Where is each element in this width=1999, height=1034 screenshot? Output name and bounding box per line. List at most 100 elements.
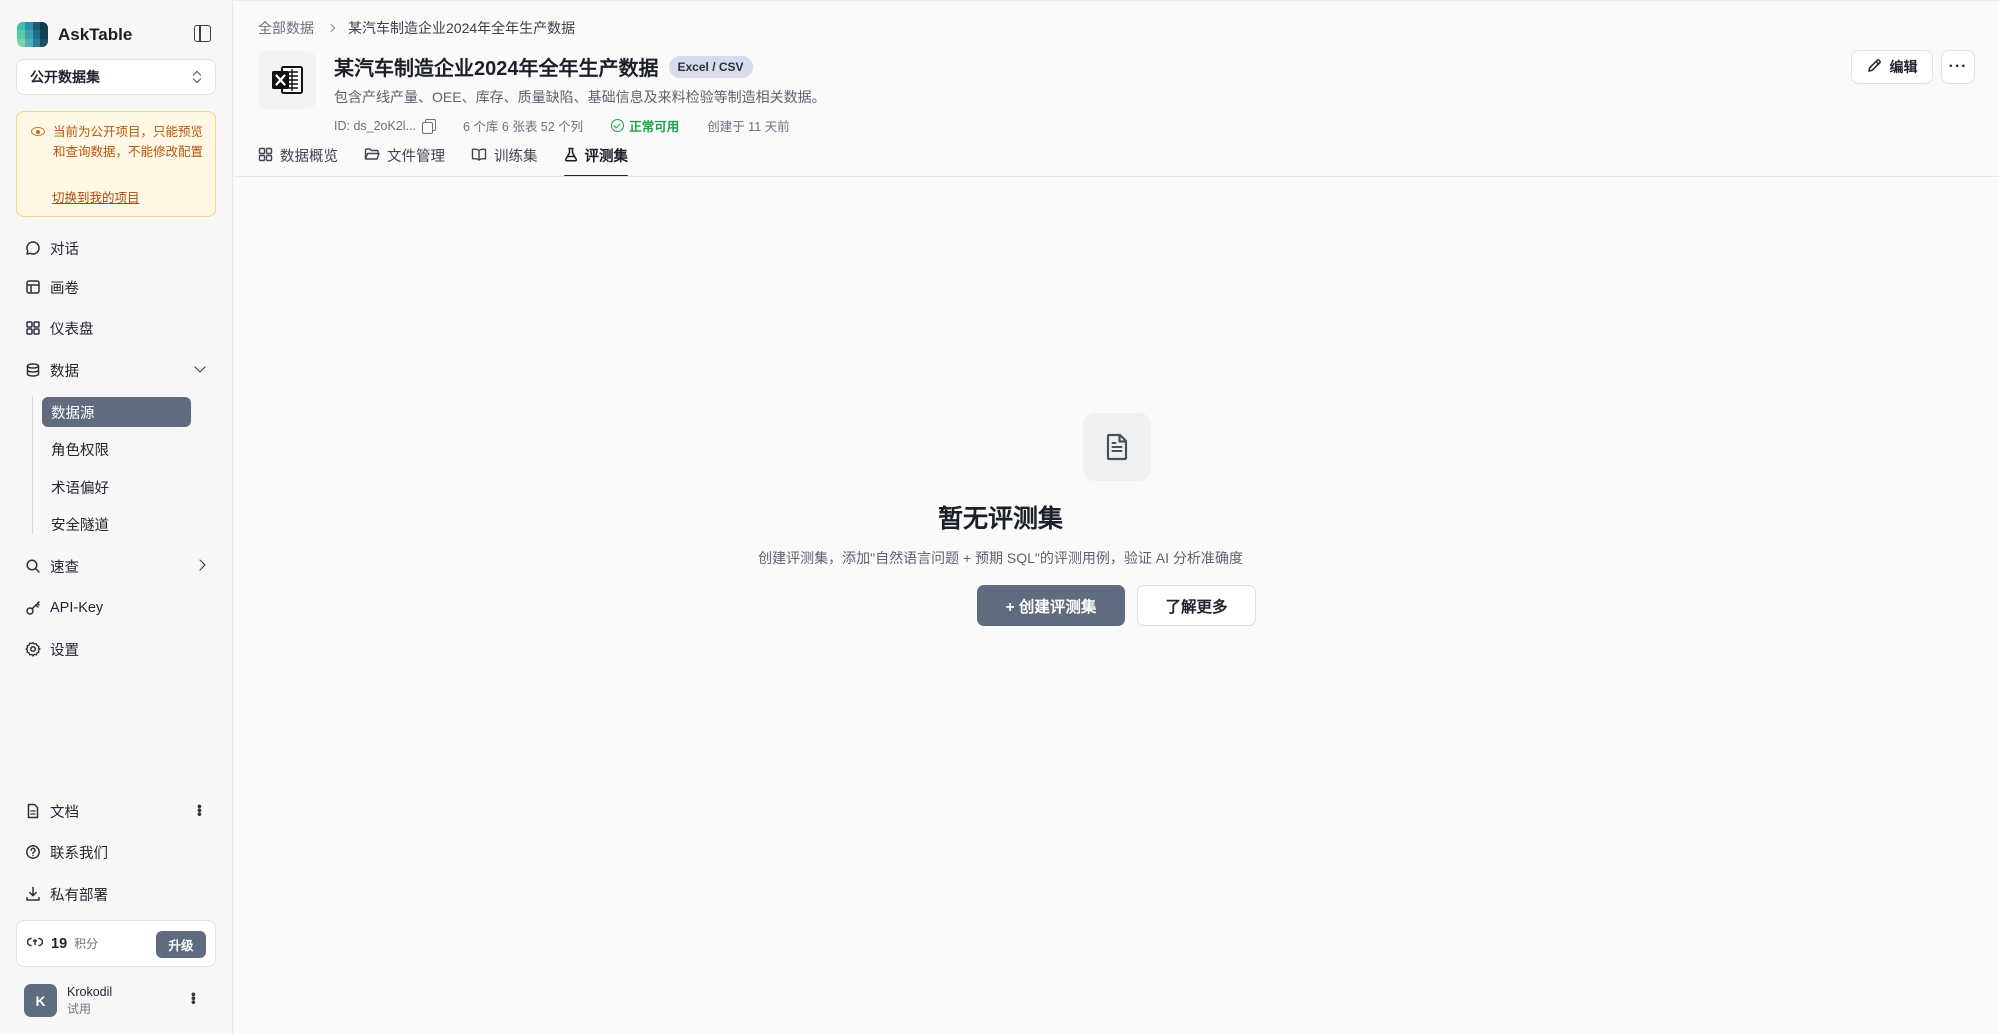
- user-meta: Krokodil 试用: [67, 985, 112, 1017]
- edit-button[interactable]: 编辑: [1851, 50, 1933, 84]
- more-vertical-icon[interactable]: •••: [192, 804, 208, 816]
- subnav-divider: [32, 396, 33, 534]
- sidebar-item-deploy[interactable]: 私有部署: [16, 877, 216, 911]
- datasource-created: 创建于 11 天前: [707, 120, 790, 134]
- datasource-type-badge: Excel / CSV: [668, 55, 753, 78]
- tabs-divider: [234, 176, 1999, 177]
- sidebar-subitem-glossary[interactable]: 术语偏好: [42, 472, 191, 502]
- main-content: 全部数据 某汽车制造企业2024年全年生产数据 某汽车制造企业2024年全年生产…: [234, 0, 1999, 1034]
- sidebar-item-canvas[interactable]: 画卷: [16, 270, 216, 304]
- file-text-icon: [1083, 413, 1151, 481]
- grid-icon: [258, 145, 273, 166]
- switch-project-link[interactable]: 切换到我的项目: [52, 187, 140, 206]
- brand[interactable]: AskTable: [17, 22, 132, 47]
- tab-label: 评测集: [584, 149, 629, 165]
- tab-bar: 数据概览 文件管理 训练集 评测集: [258, 140, 654, 177]
- sidebar-item-label: 设置: [50, 642, 79, 659]
- excel-file-icon: [258, 51, 316, 109]
- sidebar-item-label: 对话: [50, 241, 79, 258]
- help-circle-icon: [24, 844, 41, 861]
- user-plan: 试用: [67, 1001, 92, 1016]
- sidebar-toggle-icon[interactable]: [194, 25, 211, 42]
- tab-label: 文件管理: [387, 149, 445, 165]
- datasource-stats: 6 个库 6 张表 52 个列: [463, 120, 584, 134]
- sidebar-item-label: 仪表盘: [50, 321, 94, 338]
- user-profile[interactable]: K Krokodil 试用: [24, 984, 112, 1017]
- datasource-header: 某汽车制造企业2024年全年生产数据 Excel / CSV: [334, 52, 753, 81]
- credits-panel: 19 积分 升级: [16, 920, 216, 967]
- sidebar-subitem-tunnel[interactable]: 安全隧道: [42, 509, 191, 539]
- sidebar-item-chat[interactable]: 对话: [16, 231, 216, 265]
- credits-value: 19: [51, 935, 68, 952]
- tab-overview[interactable]: 数据概览: [258, 140, 338, 177]
- empty-state-actions: + 创建评测集 了解更多: [977, 585, 1256, 626]
- search-icon: [24, 558, 41, 575]
- sidebar-item-data[interactable]: 数据: [16, 353, 216, 387]
- credits-unit: 积分: [74, 937, 99, 951]
- tab-files[interactable]: 文件管理: [364, 140, 445, 177]
- copy-icon[interactable]: [422, 119, 436, 134]
- app-name: AskTable: [58, 24, 133, 44]
- page-title: 某汽车制造企业2024年全年生产数据: [334, 58, 659, 80]
- app-logo-icon: [17, 22, 48, 47]
- sidebar-item-contact[interactable]: 联系我们: [16, 835, 216, 869]
- datasource-meta: ID: ds_2oK2l... 6 个库 6 张表 52 个列 正常可用 创建于…: [334, 116, 790, 135]
- book-open-icon: [471, 145, 487, 166]
- top-divider: [234, 0, 1999, 1]
- chevron-down-icon: [194, 361, 206, 373]
- download-icon: [24, 886, 41, 903]
- sidebar-subitem-datasource[interactable]: 数据源: [42, 397, 191, 427]
- learn-more-button[interactable]: 了解更多: [1137, 585, 1256, 626]
- user-name: Krokodil: [67, 984, 113, 999]
- credits-icon: [26, 935, 44, 953]
- sidebar-item-label: 数据: [50, 363, 79, 380]
- sidebar: AskTable 公开数据集 当前为公开项目，只能预览和查询数据，不能修改配置 …: [0, 0, 233, 1034]
- dashboard-grid-icon: [24, 320, 41, 337]
- chevron-right-icon: [194, 559, 206, 571]
- status-badge: 正常可用: [611, 116, 679, 135]
- sidebar-item-label: API-Key: [50, 600, 104, 616]
- notice-text: 当前为公开项目，只能预览和查询数据，不能修改配置: [53, 125, 204, 159]
- upgrade-button[interactable]: 升级: [156, 931, 206, 958]
- sidebar-item-settings[interactable]: 设置: [16, 632, 216, 666]
- create-evaluation-button[interactable]: + 创建评测集: [977, 585, 1125, 626]
- eye-icon: [31, 127, 45, 136]
- sidebar-subitem-roles[interactable]: 角色权限: [42, 434, 191, 464]
- chat-bubble-icon: [24, 240, 41, 257]
- more-actions-button[interactable]: ···: [1941, 50, 1975, 84]
- project-select-value: 公开数据集: [30, 69, 100, 85]
- project-select[interactable]: 公开数据集: [16, 59, 216, 95]
- layout-icon: [24, 279, 41, 296]
- sidebar-item-label: 画卷: [50, 280, 79, 297]
- flask-icon: [564, 145, 578, 166]
- sidebar-item-apikey[interactable]: API-Key: [16, 591, 216, 625]
- sidebar-item-label: 速查: [50, 559, 79, 576]
- avatar: K: [24, 984, 57, 1017]
- sidebar-item-label: 文档: [50, 804, 79, 821]
- tab-training[interactable]: 训练集: [471, 140, 538, 177]
- document-icon: [24, 803, 41, 820]
- tab-label: 数据概览: [280, 149, 338, 165]
- edit-button-label: 编辑: [1889, 59, 1918, 75]
- sidebar-item-docs[interactable]: 文档 •••: [16, 794, 216, 828]
- tab-evaluation[interactable]: 评测集: [563, 140, 629, 177]
- status-text: 正常可用: [629, 120, 680, 134]
- chevron-right-icon: [326, 23, 336, 33]
- database-icon: [24, 362, 41, 379]
- sidebar-item-quick[interactable]: 速查: [16, 549, 216, 583]
- chevron-up-down-icon: [192, 70, 202, 84]
- breadcrumb: 全部数据 某汽车制造企业2024年全年生产数据: [258, 18, 575, 38]
- gear-icon: [24, 641, 41, 658]
- sidebar-item-label: 联系我们: [50, 845, 108, 862]
- empty-state-description: 创建评测集，添加"自然语言问题 + 预期 SQL"的评测用例，验证 AI 分析准…: [758, 550, 1243, 566]
- user-menu-icon[interactable]: •••: [186, 992, 202, 1004]
- empty-state-title: 暂无评测集: [937, 505, 1063, 533]
- pencil-icon: [1867, 58, 1882, 76]
- breadcrumb-current: 某汽车制造企业2024年全年生产数据: [348, 20, 576, 36]
- datasource-description: 包含产线产量、OEE、库存、质量缺陷、基础信息及来料检验等制造相关数据。: [334, 89, 826, 105]
- folder-open-icon: [364, 145, 380, 166]
- sidebar-item-dashboard[interactable]: 仪表盘: [16, 311, 216, 345]
- sidebar-item-label: 私有部署: [50, 887, 108, 904]
- breadcrumb-root[interactable]: 全部数据: [258, 18, 314, 38]
- key-icon: [24, 600, 41, 617]
